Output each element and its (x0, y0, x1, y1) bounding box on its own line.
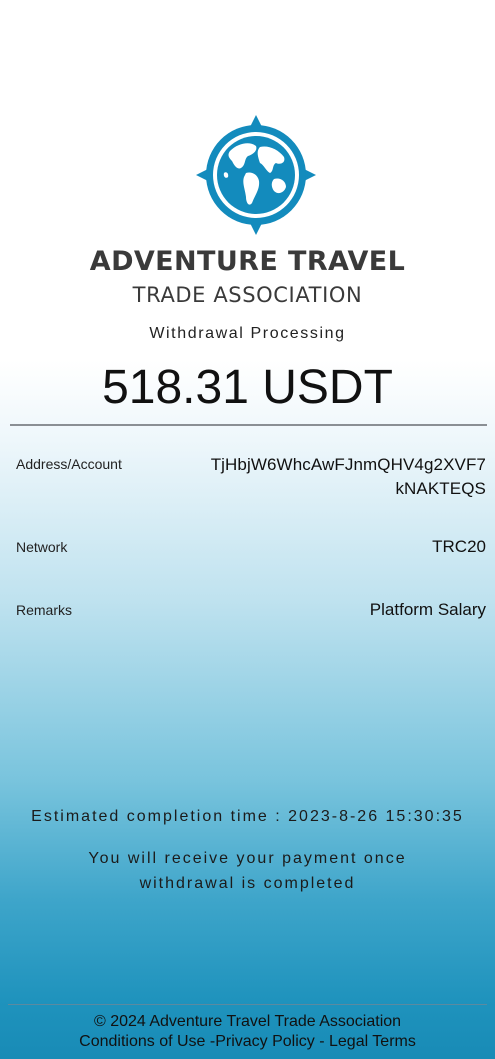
remarks-value: Platform Salary (369, 600, 486, 619)
remarks-label: Remarks (16, 602, 73, 618)
payment-notice: You will receive your payment once withd… (88, 850, 407, 892)
address-value: TjHbjW6WhcAwFJnmQHV4g2XVF7kNAKTEQS (210, 455, 486, 498)
withdrawal-amount: 518.31 USDT (102, 361, 393, 414)
brand-subtitle: TRADE ASSOCIATION (132, 283, 363, 307)
estimated-completion-time: Estimated completion time : 2023-8-26 15… (31, 808, 464, 825)
divider (10, 424, 487, 426)
withdrawal-status: Withdrawal Processing (149, 325, 346, 342)
footer-copyright: © 2024 Adventure Travel Trade Associatio… (93, 1013, 402, 1030)
address-label: Address/Account (16, 456, 122, 472)
network-label: Network (16, 539, 68, 555)
footer-links[interactable]: Conditions of Use -Privacy Policy - Lega… (0, 1033, 495, 1051)
network-value: TRC20 (432, 537, 486, 556)
brand-name: ADVENTURE TRAVEL (89, 246, 406, 277)
footer-divider (8, 1004, 487, 1005)
globe-compass-icon (196, 115, 316, 235)
